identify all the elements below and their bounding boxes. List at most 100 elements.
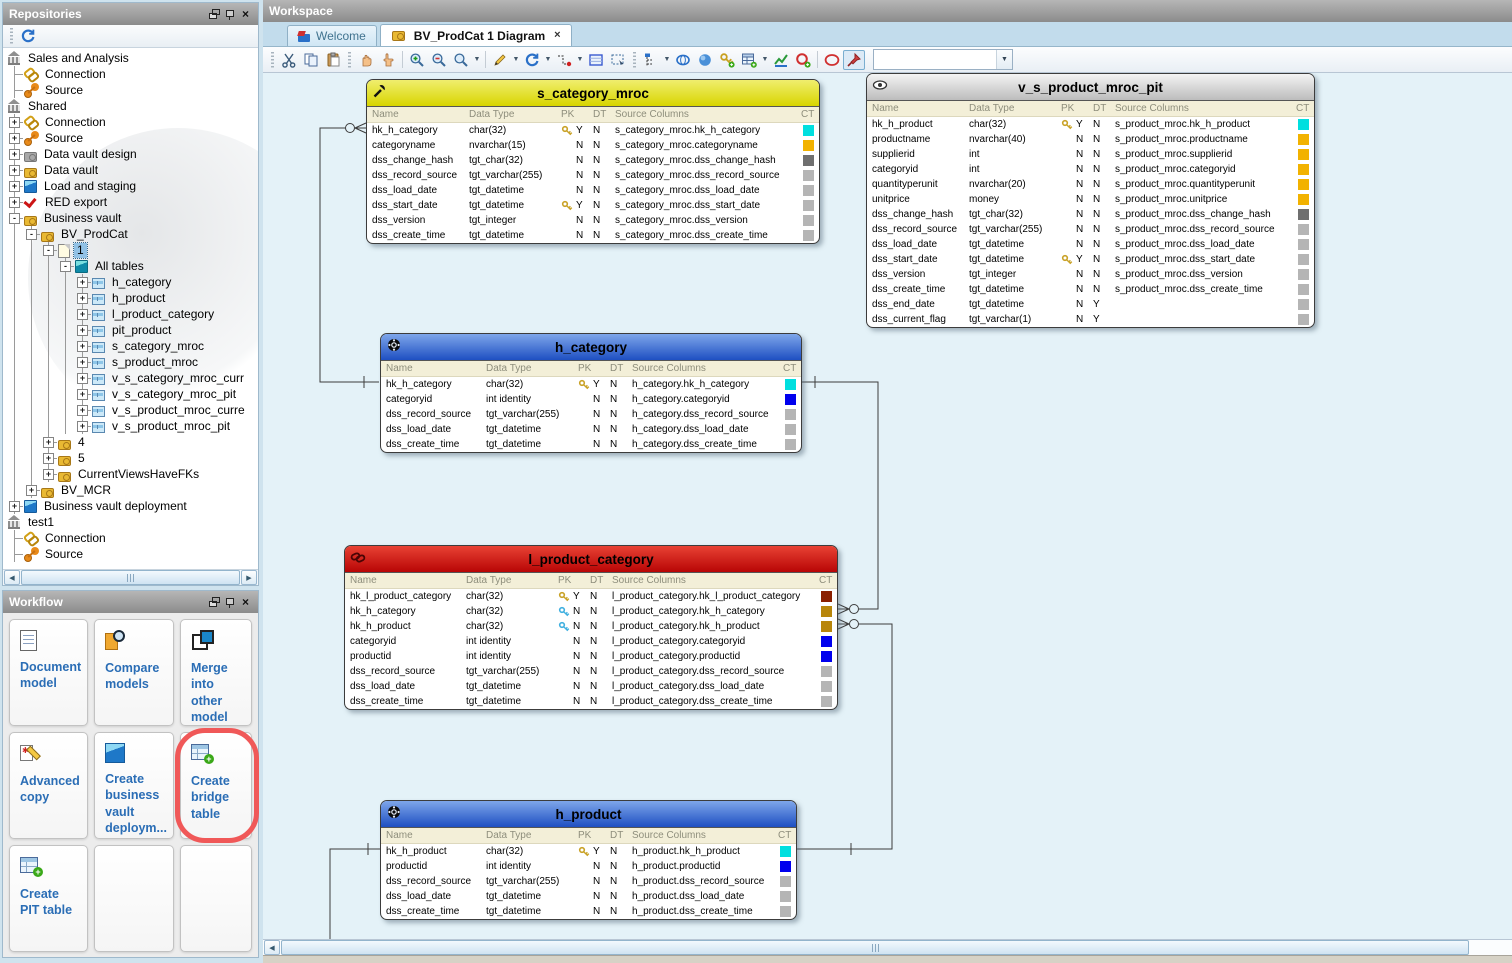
expand-icon[interactable]: + — [9, 181, 20, 192]
table-row-dss-version[interactable]: dss_versiontgt_integerNNs_category_mroc.… — [367, 213, 819, 228]
tree-item-bv-mcr[interactable]: +BV_MCR — [6, 482, 258, 498]
expand-icon[interactable]: + — [43, 437, 54, 448]
pointer-hand-button[interactable] — [377, 50, 399, 70]
workflow-tile-advanced-copy[interactable]: Advanced copy — [9, 732, 88, 839]
expand-icon[interactable]: + — [9, 149, 20, 160]
expand-icon[interactable]: + — [77, 309, 88, 320]
tree-item-connection[interactable]: Connection — [6, 66, 258, 82]
expand-icon[interactable]: + — [77, 325, 88, 336]
tree-item-shared[interactable]: Shared — [6, 98, 258, 114]
table-row-dss-create-time[interactable]: dss_create_timetgt_datetimeNNs_category_… — [367, 228, 819, 243]
table-row-dss-change-hash[interactable]: dss_change_hashtgt_char(32)NNs_category_… — [367, 153, 819, 168]
workflow-tile-merge-into-other-model[interactable]: Merge into other model — [180, 619, 252, 726]
connector-button[interactable] — [553, 50, 575, 70]
table-row-dss-create-time[interactable]: dss_create_timetgt_datetimeNNh_product.d… — [381, 904, 796, 919]
tree-item-s-category-mroc[interactable]: +s_category_mroc — [6, 338, 258, 354]
table-row-dss-change-hash[interactable]: dss_change_hashtgt_char(32)NNs_product_m… — [867, 207, 1314, 222]
tree-item-test1[interactable]: test1 — [6, 514, 258, 530]
pencil-dropdown[interactable]: ▼ — [511, 50, 521, 70]
tab-welcome[interactable]: Welcome — [287, 25, 377, 46]
table-row-categoryname[interactable]: categorynamenvarchar(15)NNs_category_mro… — [367, 138, 819, 153]
workflow-tile-document-model[interactable]: Document model — [9, 619, 88, 726]
pin-button[interactable] — [843, 50, 865, 70]
table-row-supplierid[interactable]: supplieridintNNs_product_mroc.supplierid — [867, 147, 1314, 162]
refresh-button[interactable] — [17, 26, 39, 46]
table-row-dss-create-time[interactable]: dss_create_timetgt_datetimeNNh_category.… — [381, 437, 801, 452]
table-row-categoryid[interactable]: categoryidint identityNNh_category.categ… — [381, 392, 801, 407]
table-row-hk-h-product[interactable]: hk_h_productchar(32)YNh_product.hk_h_pro… — [381, 844, 796, 859]
table-row-dss-end-date[interactable]: dss_end_datetgt_datetimeNY — [867, 297, 1314, 312]
pin-panel-icon[interactable] — [223, 596, 236, 609]
red-ellipse-button[interactable] — [821, 50, 843, 70]
tree-item-source[interactable]: Source — [6, 546, 258, 562]
table-row-dss-start-date[interactable]: dss_start_datetgt_datetimeYNs_product_mr… — [867, 252, 1314, 267]
expand-icon[interactable]: + — [77, 373, 88, 384]
pencil-button[interactable] — [489, 50, 511, 70]
expand-icon[interactable]: + — [9, 165, 20, 176]
tree-item-connection[interactable]: Connection — [6, 530, 258, 546]
tree-item-s-product-mroc[interactable]: +s_product_mroc — [6, 354, 258, 370]
collapse-icon[interactable]: - — [9, 213, 20, 224]
tree-item-source[interactable]: +Source — [6, 130, 258, 146]
float-panel-icon[interactable] — [207, 596, 220, 609]
table-row-productid[interactable]: productidint identityNNl_product_categor… — [345, 649, 837, 664]
tree-item-4[interactable]: +4 — [6, 434, 258, 450]
table-row-categoryid[interactable]: categoryidint identityNNl_product_catego… — [345, 634, 837, 649]
table-row-productname[interactable]: productnamenvarchar(40)NNs_product_mroc.… — [867, 132, 1314, 147]
close-panel-icon[interactable]: × — [239, 8, 252, 21]
paste-button[interactable] — [322, 50, 344, 70]
expand-icon[interactable]: + — [77, 421, 88, 432]
table-row-hk-h-product[interactable]: hk_h_productchar(32)NNl_product_category… — [345, 619, 837, 634]
collapse-icon[interactable]: - — [43, 245, 54, 256]
tree-item-currentviewshavefks[interactable]: +CurrentViewsHaveFKs — [6, 466, 258, 482]
tree-item-h-product[interactable]: +h_product — [6, 290, 258, 306]
table-row-dss-create-time[interactable]: dss_create_timetgt_datetimeNNl_product_c… — [345, 694, 837, 709]
tree-item-v-s-category-mroc-curr[interactable]: +v_s_category_mroc_curr — [6, 370, 258, 386]
table-row-dss-record-source[interactable]: dss_record_sourcetgt_varchar(255)NNh_cat… — [381, 407, 801, 422]
connector-dropdown[interactable]: ▼ — [575, 50, 585, 70]
select-region-button[interactable] — [607, 50, 629, 70]
table-row-unitprice[interactable]: unitpricemoneyNNs_product_mroc.unitprice — [867, 192, 1314, 207]
workspace-scrollbar[interactable]: ◀ — [263, 939, 1512, 955]
ellipse-button[interactable] — [672, 50, 694, 70]
expand-icon[interactable]: + — [77, 357, 88, 368]
zoom-out-button[interactable] — [428, 50, 450, 70]
close-panel-icon[interactable]: × — [239, 596, 252, 609]
tree-item-business-vault[interactable]: -Business vault — [6, 210, 258, 226]
table-row-dss-record-source[interactable]: dss_record_sourcetgt_varchar(255)NNs_pro… — [867, 222, 1314, 237]
table-row-dss-start-date[interactable]: dss_start_datetgt_datetimeYNs_category_m… — [367, 198, 819, 213]
table-row-dss-create-time[interactable]: dss_create_timetgt_datetimeNNs_product_m… — [867, 282, 1314, 297]
tab-bv-prodcat-1-diagram[interactable]: BV_ProdCat 1 Diagram × — [380, 24, 572, 46]
float-panel-icon[interactable] — [207, 8, 220, 21]
tree-item-1[interactable]: -1 — [6, 242, 258, 258]
tree-item-pit-product[interactable]: +pit_product — [6, 322, 258, 338]
workflow-tile-create-pit-table[interactable]: Create PIT table — [9, 845, 88, 952]
expand-icon[interactable]: + — [43, 469, 54, 480]
table-row-dss-load-date[interactable]: dss_load_datetgt_datetimeNNs_category_mr… — [367, 183, 819, 198]
table-row-dss-load-date[interactable]: dss_load_datetgt_datetimeNNh_product.dss… — [381, 889, 796, 904]
expand-icon[interactable]: + — [9, 133, 20, 144]
tree-item-all-tables[interactable]: -All tables — [6, 258, 258, 274]
table-row-dss-load-date[interactable]: dss_load_datetgt_datetimeNNl_product_cat… — [345, 679, 837, 694]
add-key-button[interactable] — [716, 50, 738, 70]
rotate-button[interactable] — [521, 50, 543, 70]
table-row-hk-l-product-category[interactable]: hk_l_product_categorychar(32)YNl_product… — [345, 589, 837, 604]
expand-icon[interactable]: + — [77, 405, 88, 416]
add-table-button[interactable] — [738, 50, 760, 70]
tree-item-connection[interactable]: +Connection — [6, 114, 258, 130]
expand-icon[interactable]: + — [77, 341, 88, 352]
fit-diagram-button[interactable] — [585, 50, 607, 70]
table-row-dss-current-flag[interactable]: dss_current_flagtgt_varchar(1)NY — [867, 312, 1314, 327]
diagram-canvas[interactable]: s_category_mrocNameData TypePKDTSource C… — [263, 73, 1512, 939]
tree-layout-button[interactable] — [640, 50, 662, 70]
expand-icon[interactable]: + — [26, 485, 37, 496]
expand-icon[interactable]: + — [9, 117, 20, 128]
table-row-hk-h-product[interactable]: hk_h_productchar(32)YNs_product_mroc.hk_… — [867, 117, 1314, 132]
tree-item-bv-prodcat[interactable]: -BV_ProdCat — [6, 226, 258, 242]
expand-icon[interactable]: + — [9, 501, 20, 512]
tree-item-v-s-product-mroc-pit[interactable]: +v_s_product_mroc_pit — [6, 418, 258, 434]
scroll-left-icon[interactable]: ◀ — [264, 940, 280, 955]
scrollbar-thumb[interactable] — [281, 940, 1469, 955]
tree-item-5[interactable]: +5 — [6, 450, 258, 466]
collapse-icon[interactable]: - — [26, 229, 37, 240]
